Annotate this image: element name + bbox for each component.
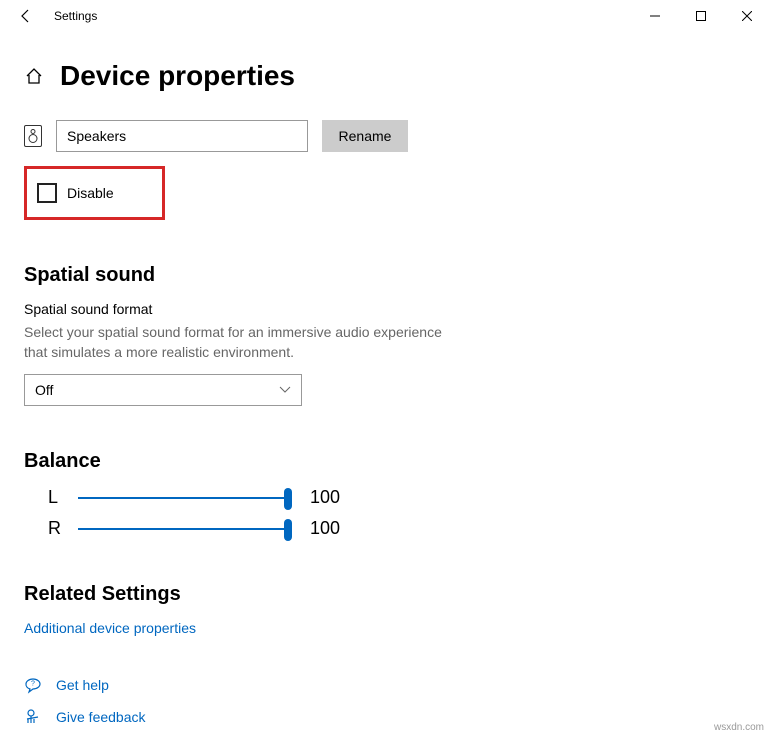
slider-thumb[interactable]: [284, 488, 292, 510]
spatial-description: Select your spatial sound format for an …: [24, 323, 464, 362]
related-settings-heading: Related Settings: [24, 583, 746, 606]
rename-button[interactable]: Rename: [322, 120, 408, 152]
spatial-format-value: Off: [35, 382, 53, 398]
home-icon[interactable]: [24, 66, 44, 86]
disable-highlight: Disable: [24, 166, 165, 220]
feedback-icon: [24, 708, 42, 726]
back-button[interactable]: [6, 0, 46, 32]
balance-right-value: 100: [310, 518, 340, 539]
speaker-icon: [24, 125, 42, 147]
disable-label: Disable: [67, 185, 114, 201]
balance-left-value: 100: [310, 487, 340, 508]
device-name-input[interactable]: [56, 120, 308, 152]
balance-right-slider[interactable]: [78, 528, 288, 530]
balance-left-label: L: [48, 487, 62, 508]
page-title: Device properties: [60, 60, 295, 92]
watermark: wsxdn.com: [714, 722, 764, 733]
chevron-down-icon: [279, 386, 291, 394]
slider-thumb[interactable]: [284, 519, 292, 541]
give-feedback-link[interactable]: Give feedback: [56, 709, 146, 725]
minimize-button[interactable]: [632, 0, 678, 32]
balance-heading: Balance: [24, 450, 746, 473]
spatial-format-select[interactable]: Off: [24, 374, 302, 406]
additional-device-properties-link[interactable]: Additional device properties: [24, 620, 746, 636]
balance-right-label: R: [48, 518, 62, 539]
balance-left-slider[interactable]: [78, 497, 288, 499]
window-title: Settings: [46, 9, 97, 23]
disable-checkbox[interactable]: [37, 183, 57, 203]
spatial-format-label: Spatial sound format: [24, 301, 746, 317]
spatial-sound-heading: Spatial sound: [24, 264, 746, 287]
chat-help-icon: ?: [24, 676, 42, 694]
close-button[interactable]: [724, 0, 770, 32]
svg-text:?: ?: [31, 681, 35, 688]
maximize-button[interactable]: [678, 0, 724, 32]
get-help-link[interactable]: Get help: [56, 677, 109, 693]
